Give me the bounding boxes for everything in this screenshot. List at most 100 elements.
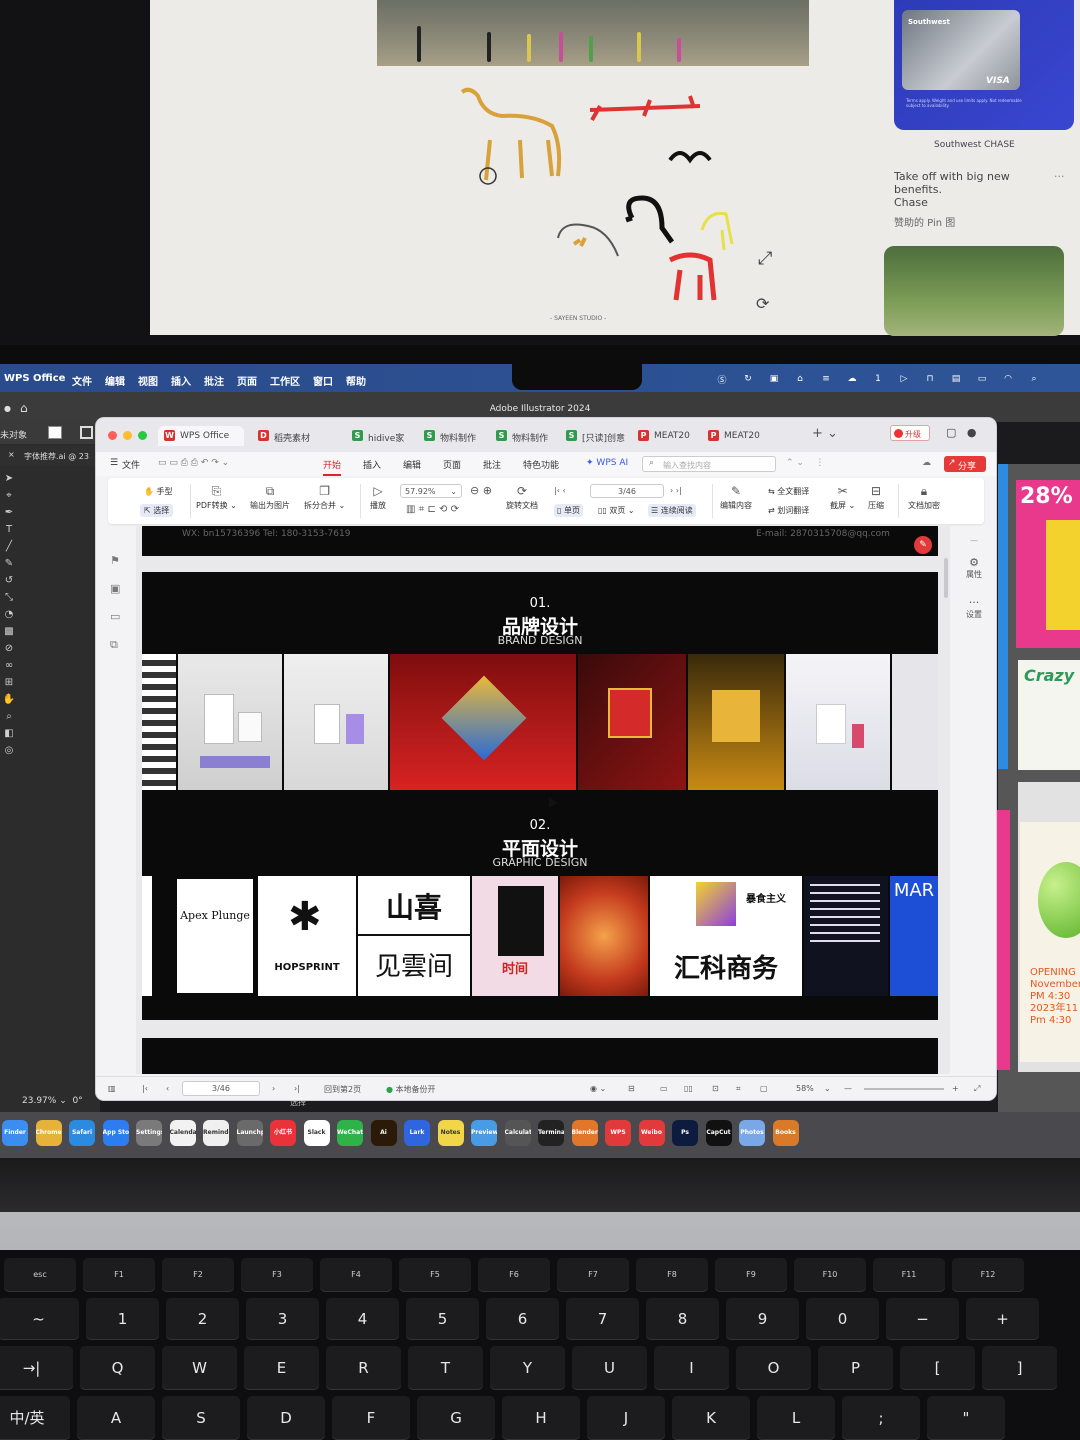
keyboard-key[interactable]: F2 <box>162 1258 234 1292</box>
keyboard-key[interactable]: 3 <box>246 1298 319 1340</box>
dock-app-icon[interactable]: Lark <box>404 1120 430 1146</box>
keyboard-key[interactable]: Y <box>490 1346 565 1390</box>
vertical-scrollbar[interactable] <box>944 558 948 598</box>
dock-app-icon[interactable]: Weibo <box>638 1120 665 1146</box>
keyboard-key[interactable]: F <box>332 1396 410 1440</box>
keyboard-key[interactable]: R <box>326 1346 401 1390</box>
dock-app-icon[interactable]: WPS <box>605 1120 631 1146</box>
hand-tool-button[interactable]: ✋ 手型 <box>144 486 173 497</box>
select-tool-button[interactable]: ⇱ 选择 <box>140 504 174 517</box>
menu-wps-ai[interactable]: ✦ WPS AI <box>586 458 628 468</box>
play-icon[interactable]: ▷ <box>898 374 910 384</box>
pin-title[interactable]: Take off with big new benefits. Chase <box>894 170 1034 209</box>
illustrator-zoom[interactable]: 23.97% ⌄ 0° <box>22 1096 83 1106</box>
doc-tab[interactable]: D 稻壳素材 <box>252 426 320 446</box>
menu-edit[interactable]: 编辑 <box>403 458 421 471</box>
keyboard-key[interactable]: D <box>247 1396 325 1440</box>
stroke-swatch[interactable] <box>80 426 93 439</box>
menubar-comment[interactable]: 批注 <box>204 373 224 388</box>
upgrade-button[interactable]: 升级 <box>890 425 930 441</box>
car-icon[interactable]: ⊓ <box>924 374 936 384</box>
dock-app-icon[interactable]: Safari <box>69 1120 95 1146</box>
doc-tab[interactable]: S [只读]创意 <box>560 426 628 446</box>
menu-features[interactable]: 特色功能 <box>523 458 559 471</box>
keyboard-key[interactable]: S <box>162 1396 240 1440</box>
pen-tool-icon[interactable]: ✒ <box>0 504 18 521</box>
menubar-file[interactable]: 文件 <box>72 373 92 388</box>
next-pin-image[interactable] <box>884 246 1064 336</box>
first-page-icon[interactable]: |‹ <box>142 1084 148 1093</box>
skype-icon[interactable]: Ⓢ <box>716 373 728 386</box>
keyboard-key[interactable]: − <box>886 1298 959 1340</box>
keyboard-key[interactable]: F9 <box>715 1258 787 1292</box>
pdf-convert-button[interactable]: ⎘ PDF转换 ⌄ <box>196 484 237 511</box>
zoom-window-button[interactable] <box>138 431 147 440</box>
more-options-icon[interactable]: ··· <box>1054 170 1065 183</box>
dock-app-icon[interactable]: Launchpad <box>236 1120 263 1146</box>
keyboard-key[interactable]: I <box>654 1346 729 1390</box>
keyboard-key[interactable]: esc <box>4 1258 76 1292</box>
battery-icon[interactable]: ▭ <box>976 374 988 384</box>
collapse-icon[interactable]: — <box>952 536 996 545</box>
direct-select-icon[interactable]: ⌖ <box>0 487 18 504</box>
hand-tool-icon[interactable]: ✋ <box>0 691 18 708</box>
menubar-insert[interactable]: 插入 <box>171 373 191 388</box>
encrypt-button[interactable]: 🔒︎ 文档加密 <box>908 484 940 511</box>
document-canvas[interactable]: WX: bn15736396 Tel: 180-3153-7619 E-mail… <box>136 526 950 1074</box>
floating-action-button[interactable]: ✎ <box>914 536 932 554</box>
selection-tool-icon[interactable]: ➤ <box>0 470 18 487</box>
keyboard-key[interactable]: A <box>77 1396 155 1440</box>
dock-app-icon[interactable]: Ps <box>672 1120 698 1146</box>
keyboard-key[interactable]: J <box>587 1396 665 1440</box>
dock-app-icon[interactable]: Slack <box>303 1120 330 1146</box>
dock-app-icon[interactable]: Notes <box>437 1120 464 1146</box>
gradient-tool-icon[interactable]: ▩ <box>0 623 18 640</box>
new-tab-button[interactable]: + ⌄ <box>812 426 838 441</box>
menu-file[interactable]: 文件 <box>122 458 140 471</box>
dock-app-icon[interactable]: Calendar 8 <box>169 1120 196 1146</box>
dock-app-icon[interactable]: Finder <box>2 1120 28 1146</box>
play-button[interactable]: ▷ 播放 <box>370 484 386 511</box>
single-view-icon[interactable]: ▭ <box>660 1084 668 1093</box>
keyboard-key[interactable]: F5 <box>399 1258 471 1292</box>
doc-tab[interactable]: Shidive家 <box>346 426 414 446</box>
keyboard-key[interactable]: F12 <box>952 1258 1024 1292</box>
keyboard-key[interactable]: ~ <box>0 1298 79 1340</box>
zoom-percent[interactable]: 58% <box>796 1084 814 1093</box>
brush-tool-icon[interactable]: ✎ <box>0 555 18 572</box>
dock-app-icon[interactable]: Reminders <box>203 1120 229 1146</box>
menubar-app-name[interactable]: WPS Office <box>4 373 65 384</box>
fit-page-icon[interactable]: ⊡ <box>712 1084 719 1093</box>
keyboard-key[interactable]: 7 <box>566 1298 639 1340</box>
bookmark-icon[interactable]: ⚑ <box>110 554 120 567</box>
doc-tab[interactable]: S 物料制作 <box>490 426 558 446</box>
menu-home[interactable]: 开始 <box>323 458 342 476</box>
keyboard-key[interactable]: K <box>672 1396 750 1440</box>
keyboard-key[interactable]: ; <box>842 1396 920 1440</box>
artboard-tool-icon[interactable]: ⊞ <box>0 674 18 691</box>
dock-app-icon[interactable]: Books <box>772 1120 799 1146</box>
restore-icon[interactable]: ▢ <box>946 426 956 439</box>
fit-width-icon[interactable]: ⊟ <box>628 1084 635 1093</box>
full-translate-button[interactable]: ⇆ 全文翻译 <box>768 486 809 497</box>
type-tool-icon[interactable]: T <box>0 521 18 538</box>
eye-icon[interactable]: ◉ ⌄ <box>590 1084 606 1093</box>
zoom-select[interactable]: 57.92% ⌄ <box>400 484 462 498</box>
thumbnail-icon[interactable]: ▣ <box>110 582 120 595</box>
avatar[interactable]: ● <box>967 426 977 439</box>
window-icon[interactable]: ▤ <box>950 374 962 384</box>
doc-tab[interactable]: S 物料制作 <box>418 426 486 446</box>
keyboard-key[interactable]: F11 <box>873 1258 945 1292</box>
rotate-doc-button[interactable]: ⟳ 旋转文档 <box>506 484 538 511</box>
screen-icon[interactable]: ▣ <box>768 374 780 384</box>
screenshot-button[interactable]: ✂ 截屏 ⌄ <box>830 484 855 511</box>
quick-access-icons[interactable]: ▭ ▭ ⎙ ⎙ ↶ ↷ ⌄ <box>158 458 229 468</box>
search-icon[interactable]: ⌕ <box>1028 374 1040 384</box>
search-visual-icon[interactable]: ⟳ <box>756 294 769 313</box>
keyboard-key[interactable]: 8 <box>646 1298 719 1340</box>
dock-app-icon[interactable]: Terminal <box>538 1120 564 1146</box>
zoom-buttons[interactable]: ⊖ ⊕ <box>470 484 492 497</box>
wifi-icon[interactable]: ◠ <box>1002 374 1014 384</box>
keyboard-key[interactable]: 9 <box>726 1298 799 1340</box>
page-input[interactable]: 3/46 <box>590 484 664 498</box>
